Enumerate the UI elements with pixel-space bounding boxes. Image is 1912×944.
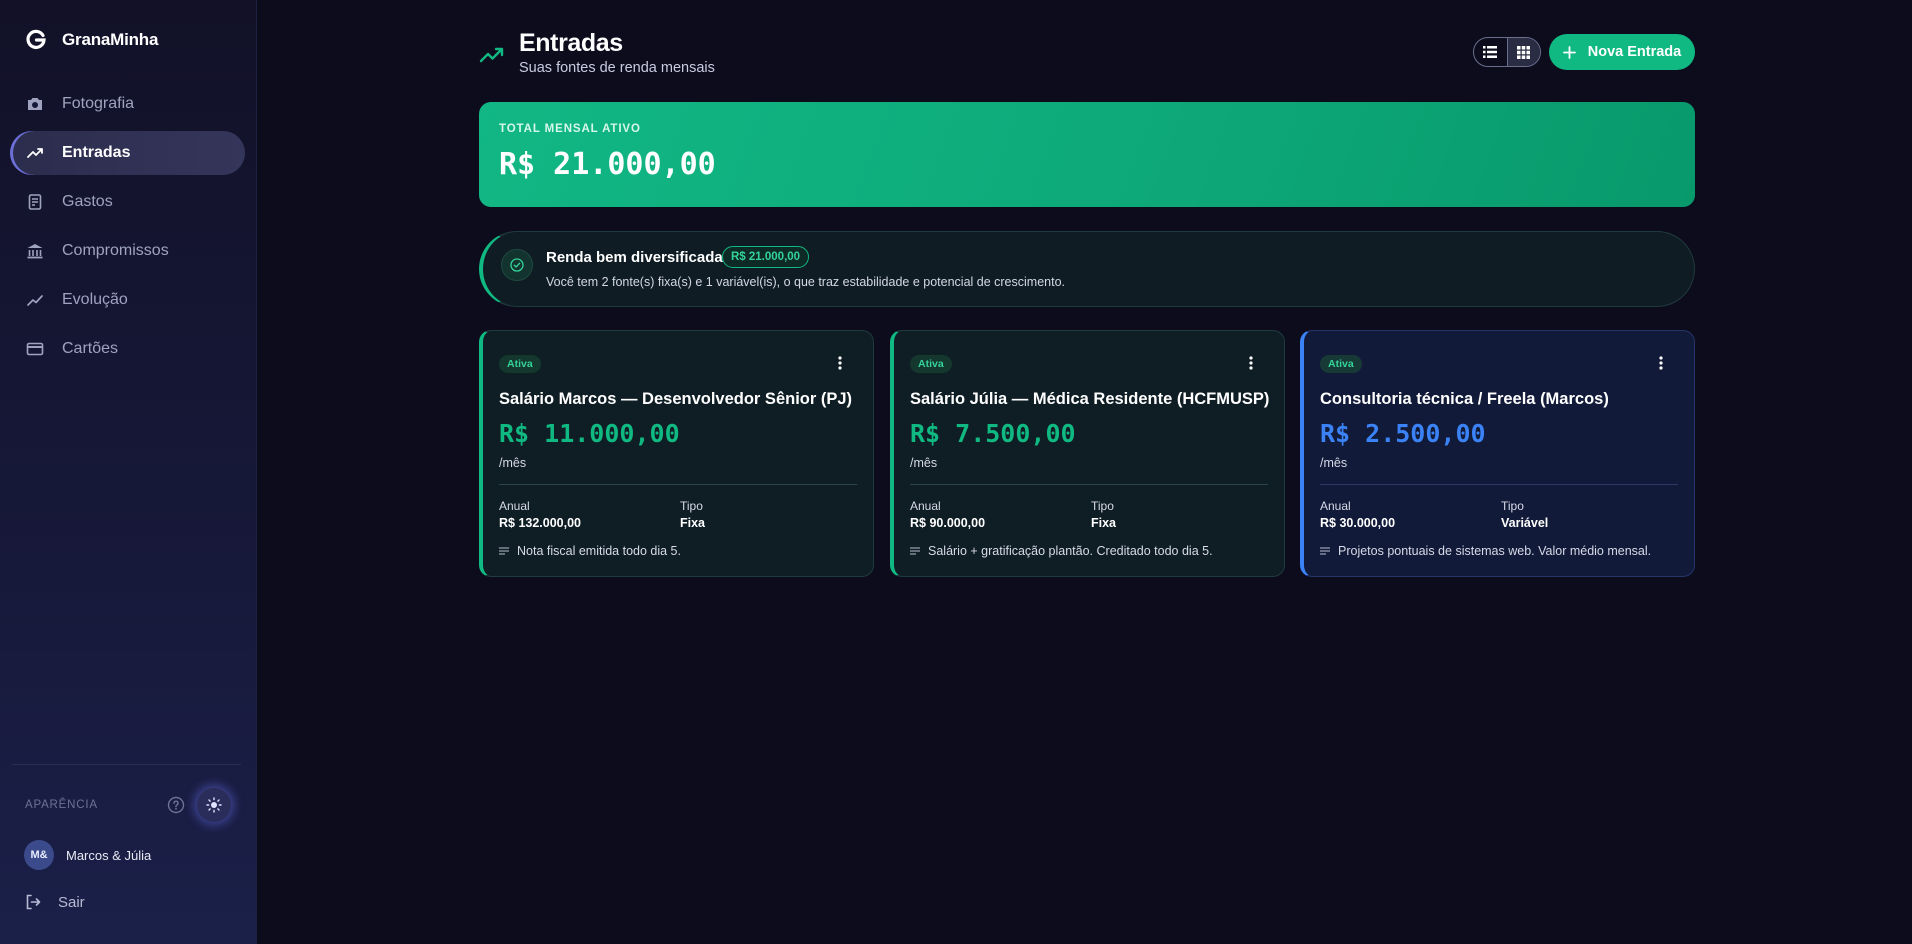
notes-icon xyxy=(1320,547,1330,555)
total-value: R$ 21.000,00 xyxy=(499,147,716,182)
card-period: /mês xyxy=(499,456,527,470)
card-note: Salário + gratificação plantão. Creditad… xyxy=(910,544,1213,558)
card-amount: R$ 2.500,00 xyxy=(1320,419,1486,448)
user-profile[interactable]: M& Marcos & Júlia xyxy=(24,840,151,870)
credit-card-icon xyxy=(26,342,44,356)
type-label: Tipo xyxy=(1091,499,1114,513)
annual-value: R$ 132.000,00 xyxy=(499,516,582,530)
card-period: /mês xyxy=(910,456,938,470)
brand[interactable]: GranaMinha xyxy=(24,28,158,52)
card-amount: R$ 11.000,00 xyxy=(499,419,680,448)
card-note-text: Salário + gratificação plantão. Creditad… xyxy=(928,544,1213,558)
sidebar-nav: Fotografia Entradas Gastos Compromissos … xyxy=(10,82,245,376)
sidebar-item-label: Cartões xyxy=(62,340,119,357)
sidebar-divider xyxy=(12,764,241,765)
list-icon xyxy=(1483,46,1498,58)
type-label: Tipo xyxy=(1501,499,1524,513)
total-monthly-card: TOTAL MENSAL ATIVO R$ 21.000,00 xyxy=(479,102,1695,207)
more-vertical-icon[interactable] xyxy=(1654,355,1668,371)
page-title: Entradas xyxy=(519,29,623,57)
card-note-text: Nota fiscal emitida todo dia 5. xyxy=(517,544,681,558)
annual-value: R$ 90.000,00 xyxy=(910,516,986,530)
card-note: Nota fiscal emitida todo dia 5. xyxy=(499,544,681,558)
user-name: Marcos & Júlia xyxy=(66,847,152,863)
card-title: Consultoria técnica / Freela (Marcos) xyxy=(1320,390,1609,408)
new-entry-label: Nova Entrada xyxy=(1587,44,1682,60)
app-name: GranaMinha xyxy=(62,30,159,49)
page-header: Entradas Suas fontes de renda mensais No… xyxy=(479,28,1695,80)
income-card[interactable]: Ativa Consultoria técnica / Freela (Marc… xyxy=(1300,330,1695,577)
more-vertical-icon[interactable] xyxy=(833,355,847,371)
page-subtitle: Suas fontes de renda mensais xyxy=(519,60,715,76)
card-period: /mês xyxy=(1320,456,1348,470)
total-label: TOTAL MENSAL ATIVO xyxy=(499,123,641,135)
appearance-section: APARÊNCIA xyxy=(25,788,231,822)
sidebar-item-evolucao[interactable]: Evolução xyxy=(10,278,245,322)
sidebar-item-label: Evolução xyxy=(62,291,128,308)
status-badge: Ativa xyxy=(910,355,952,373)
bank-icon xyxy=(27,244,43,259)
help-icon[interactable] xyxy=(167,796,185,814)
notes-icon xyxy=(910,547,920,555)
income-card[interactable]: Ativa Salário Júlia — Médica Residente (… xyxy=(890,330,1285,577)
grid-icon xyxy=(1517,45,1531,59)
sidebar-item-label: Compromissos xyxy=(62,242,169,259)
card-divider xyxy=(1320,484,1678,485)
sidebar-item-compromissos[interactable]: Compromissos xyxy=(10,229,245,273)
notes-icon xyxy=(499,547,509,555)
card-title: Salário Júlia — Médica Residente (HCFMUS… xyxy=(910,390,1270,408)
list-view-button[interactable] xyxy=(1474,38,1507,66)
receipt-icon xyxy=(28,194,42,210)
sidebar-item-fotografia[interactable]: Fotografia xyxy=(10,82,245,126)
insight-title: Renda bem diversificada xyxy=(546,249,723,266)
trending-up-icon xyxy=(479,47,504,63)
status-badge: Ativa xyxy=(499,355,541,373)
new-entry-button[interactable]: Nova Entrada xyxy=(1549,34,1695,70)
logout-button[interactable]: Sair xyxy=(24,893,85,911)
card-note: Projetos pontuais de sistemas web. Valor… xyxy=(1320,544,1651,558)
card-divider xyxy=(910,484,1268,485)
more-vertical-icon[interactable] xyxy=(1244,355,1258,371)
sidebar-item-cartoes[interactable]: Cartões xyxy=(10,327,245,371)
sidebar-item-gastos[interactable]: Gastos xyxy=(10,180,245,224)
plus-icon xyxy=(1562,45,1576,59)
view-mode-toggle xyxy=(1473,37,1541,67)
theme-toggle-button[interactable] xyxy=(197,788,231,822)
sun-icon xyxy=(206,797,222,813)
annual-value: R$ 30.000,00 xyxy=(1320,516,1396,530)
sidebar-item-label: Entradas xyxy=(62,144,131,161)
sidebar-item-entradas[interactable]: Entradas xyxy=(10,131,245,175)
annual-label: Anual xyxy=(1320,499,1351,513)
logout-icon xyxy=(26,894,41,910)
sidebar: GranaMinha Fotografia Entradas Gastos Co… xyxy=(0,0,257,944)
type-label: Tipo xyxy=(680,499,703,513)
logout-label: Sair xyxy=(58,893,85,911)
insight-amount-badge: R$ 21.000,00 xyxy=(722,246,810,268)
annual-label: Anual xyxy=(499,499,530,513)
grid-view-button[interactable] xyxy=(1506,38,1540,66)
status-badge: Ativa xyxy=(1320,355,1362,373)
insight-banner: Renda bem diversificada R$ 21.000,00 Voc… xyxy=(479,231,1695,307)
card-amount: R$ 7.500,00 xyxy=(910,419,1076,448)
annual-label: Anual xyxy=(910,499,941,513)
avatar: M& xyxy=(24,840,54,870)
income-card[interactable]: Ativa Salário Marcos — Desenvolvedor Sên… xyxy=(479,330,874,577)
insight-text: Você tem 2 fonte(s) fixa(s) e 1 variável… xyxy=(546,275,1066,289)
check-circle-icon xyxy=(501,249,533,281)
card-divider xyxy=(499,484,857,485)
sidebar-item-label: Fotografia xyxy=(62,95,135,112)
card-title: Salário Marcos — Desenvolvedor Sênior (P… xyxy=(499,390,853,408)
sidebar-item-label: Gastos xyxy=(62,193,113,210)
trending-up-icon xyxy=(27,148,43,158)
camera-icon xyxy=(28,98,42,110)
type-value: Fixa xyxy=(680,516,706,530)
card-note-text: Projetos pontuais de sistemas web. Valor… xyxy=(1338,544,1652,558)
granaminha-logo-icon xyxy=(24,28,48,52)
appearance-label: APARÊNCIA xyxy=(25,799,98,811)
line-chart-icon xyxy=(27,295,43,306)
type-value: Fixa xyxy=(1091,516,1117,530)
type-value: Variável xyxy=(1501,516,1549,530)
